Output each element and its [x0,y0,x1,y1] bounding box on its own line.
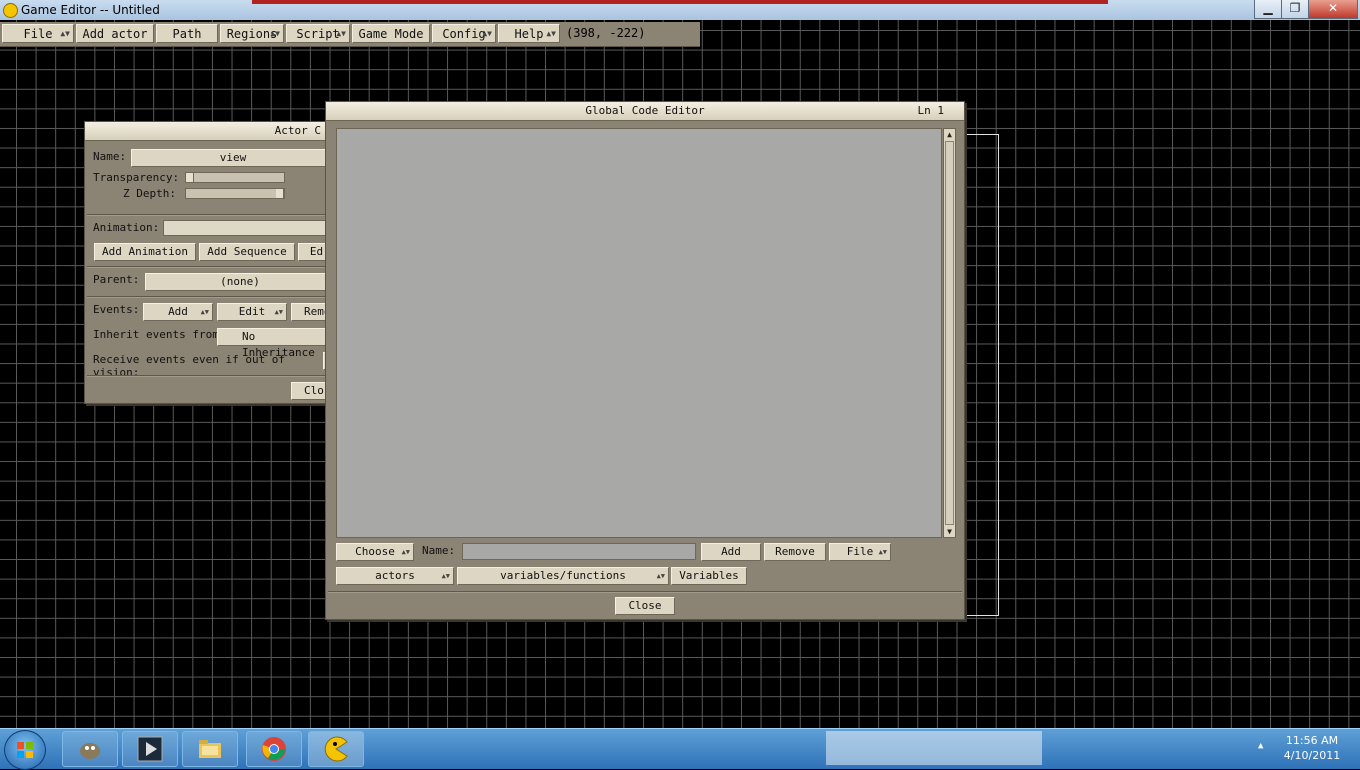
game-editor-icon [324,736,348,762]
actor-control-panel: Actor C Name: view Transparency: Z Depth… [84,121,336,404]
actors-dropdown[interactable]: actors ▲▼ [336,567,454,585]
separator [87,375,333,377]
system-tray-icons[interactable] [826,731,1042,765]
events-add-button[interactable]: Add ▲▼ [143,303,213,321]
code-editor-title: Global Code Editor [585,104,705,117]
menu-help[interactable]: Help ▲▼ [498,24,560,43]
inherit-events-select[interactable]: No Inheritance [217,328,335,359]
dropdown-arrow-icon: ▲▼ [274,308,283,316]
dropdown-arrow-icon: ▲▼ [656,572,665,580]
scroll-up-arrow-icon[interactable]: ▲ [944,129,955,140]
line-indicator: Ln 1 [917,104,945,117]
zdepth-label: Z Depth: [123,187,176,200]
play-icon [137,736,163,762]
scroll-down-arrow-icon[interactable]: ▼ [944,526,955,537]
clock-date: 4/10/2011 [1283,749,1341,762]
start-button[interactable] [4,730,46,770]
taskbar-game-editor[interactable] [308,731,364,767]
variables-button[interactable]: Variables [671,567,747,585]
code-editor-close-button[interactable]: Close [615,597,675,615]
minimize-button[interactable]: ▁ [1254,0,1282,19]
name-label: Name: [93,150,127,163]
file-button[interactable]: File ▲▼ [829,543,891,561]
clock-time: 11:56 AM [1285,734,1339,747]
dropdown-arrow-icon: ▲▼ [200,308,209,316]
menu-game-mode[interactable]: Game Mode [352,24,430,43]
animation-select[interactable] [163,220,335,236]
taskbar-media-player[interactable] [122,731,178,767]
code-vertical-scrollbar[interactable]: ▲ ▼ [943,128,956,538]
menu-arrow-icon: ▲▼ [270,29,280,38]
folder-icon [199,740,221,758]
maximize-button[interactable]: ❐ [1281,0,1309,19]
dropdown-arrow-icon: ▲▼ [878,548,887,556]
add-sequence-button[interactable]: Add Sequence [199,243,295,261]
close-window-button[interactable]: ✕ [1308,0,1358,19]
taskbar-clock[interactable]: 11:56 AM 4/10/2011 [1272,733,1352,763]
dropdown-arrow-icon: ▲▼ [441,572,450,580]
menu-arrow-icon: ▲▼ [546,29,556,38]
script-name-input[interactable] [462,543,696,560]
menu-regions[interactable]: Regions ▲▼ [220,24,284,43]
animation-label: Animation: [93,221,160,234]
separator [87,214,333,216]
variables-functions-dropdown[interactable]: variables/functions ▲▼ [457,567,669,585]
main-menu-bar: File ▲▼ Add actor Path Regions ▲▼ Script ▲▼… [0,22,700,47]
show-hidden-icons-arrow-icon[interactable]: ▲ [1258,741,1263,751]
script-name-label: Name: [422,544,456,557]
menu-config[interactable]: Config ▲▼ [432,24,496,43]
separator [87,266,333,268]
menu-arrow-icon: ▲▼ [482,29,492,38]
menu-file[interactable]: File ▲▼ [2,24,74,43]
remove-script-button[interactable]: Remove [764,543,826,561]
taskbar-chrome[interactable] [246,731,302,767]
menu-arrow-icon: ▲▼ [60,29,70,38]
events-label: Events: [93,303,140,316]
dropdown-arrow-icon: ▲▼ [401,548,410,556]
actor-control-title[interactable]: Actor C [85,122,335,141]
code-editor-title-bar[interactable]: Global Code Editor Ln 1 [326,102,964,121]
menu-add-actor[interactable]: Add actor [76,24,154,43]
add-script-button[interactable]: Add [701,543,761,561]
add-animation-button[interactable]: Add Animation [94,243,196,261]
windows-logo-icon [17,742,33,758]
window-title: Game Editor -- Untitled [21,3,160,17]
actor-name-field[interactable]: view [131,149,335,167]
scroll-track[interactable] [945,141,954,525]
taskbar-gimp[interactable] [62,731,118,767]
transparency-slider[interactable] [185,172,285,183]
separator [87,296,333,298]
background-window-edge [252,0,1108,4]
window-title-bar: Game Editor -- Untitled ▁ ❐ ✕ [0,0,1360,20]
windows-taskbar: ▲ 11:56 AM 4/10/2011 [0,728,1360,770]
events-edit-button[interactable]: Edit ▲▼ [217,303,287,321]
menu-path[interactable]: Path [156,24,218,43]
chrome-icon [262,737,286,761]
menu-script[interactable]: Script ▲▼ [286,24,350,43]
gimp-icon [80,743,100,759]
code-text-area[interactable] [336,128,942,538]
transparency-label: Transparency: [93,171,180,184]
separator [328,591,962,593]
zdepth-slider[interactable] [185,188,285,199]
inherit-events-label: Inherit events from: [93,328,226,341]
parent-select[interactable]: (none) [145,273,335,291]
menu-arrow-icon: ▲▼ [336,29,346,38]
game-editor-icon [3,3,18,18]
parent-label: Parent: [93,273,140,286]
taskbar-explorer[interactable] [182,731,238,767]
global-code-editor-window: Global Code Editor Ln 1 ▲ ▼ Choose ▲▼ Nam… [325,101,965,620]
choose-button[interactable]: Choose ▲▼ [336,543,414,561]
mouse-coordinates: (398, -222) [566,26,646,40]
